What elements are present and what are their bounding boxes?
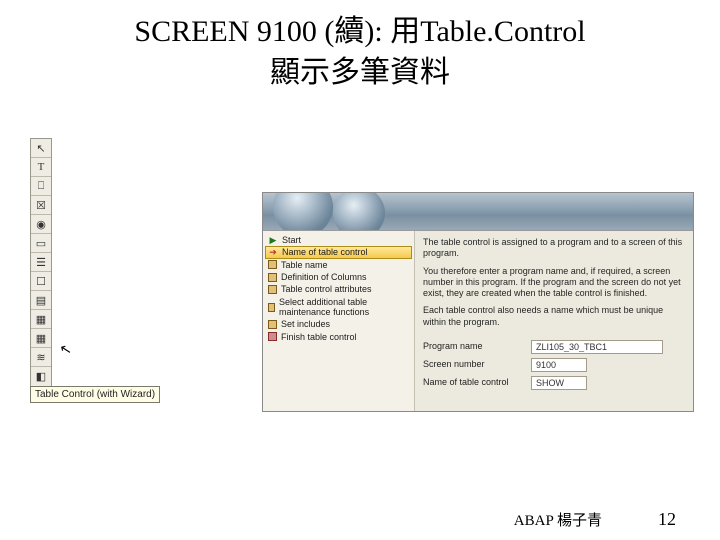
slide-title: SCREEN 9100 (續): 用Table.Control 顯示多筆資料	[0, 0, 720, 97]
slide-footer: ABAP 楊子青 12	[0, 509, 720, 530]
pointer-icon[interactable]: ↖	[31, 139, 51, 158]
wizard-intro-1: The table control is assigned to a progr…	[423, 237, 685, 260]
arrow-icon: ➔	[268, 248, 278, 258]
table-control-name-field[interactable]	[531, 376, 587, 390]
page-number: 12	[658, 509, 676, 530]
wizard-step-5[interactable]: Select additional table maintenance func…	[265, 296, 412, 319]
wizard-step-1[interactable]: ➔ Name of table control	[265, 246, 412, 258]
screen-number-field[interactable]	[531, 358, 587, 372]
box-icon[interactable]: ☐	[31, 272, 51, 291]
wizard-step-2[interactable]: Table name	[265, 259, 412, 271]
text-icon[interactable]: T	[31, 158, 51, 177]
subscreen-icon[interactable]: ▤	[31, 291, 51, 310]
screen-painter-toolbox: ↖T⎕☒◉▭☰☐▤▦▦≋◧	[30, 138, 52, 387]
table-control-wizard-icon[interactable]: ▦	[31, 329, 51, 348]
button-icon[interactable]: ▭	[31, 234, 51, 253]
step-box-icon	[268, 303, 275, 312]
table-control-wizard-dialog: ▶ Start ➔ Name of table control Table name De…	[262, 192, 694, 412]
tooltip: Table Control (with Wizard)	[30, 386, 160, 403]
wizard-step-label: Set includes	[281, 319, 330, 329]
wizard-step-label: Start	[282, 235, 301, 245]
title-text: SCREEN 9100 (	[134, 15, 334, 48]
program-name-field[interactable]	[531, 340, 663, 354]
step-box-icon	[268, 273, 277, 282]
step-box-icon	[268, 260, 277, 269]
radio-icon[interactable]: ◉	[31, 215, 51, 234]
step-box-icon	[268, 285, 277, 294]
footer-credit: ABAP 楊子青	[514, 509, 602, 530]
screen-number-label: Screen number	[423, 359, 523, 370]
wizard-step-4[interactable]: Table control attributes	[265, 283, 412, 295]
play-icon: ▶	[268, 235, 278, 245]
tabstrip-icon[interactable]: ☰	[31, 253, 51, 272]
wizard-step-nav: ▶ Start ➔ Name of table control Table name De…	[263, 231, 415, 411]
wizard-step-6[interactable]: Set includes	[265, 318, 412, 330]
wizard-step-label: Name of table control	[282, 247, 368, 257]
table-control-name-label: Name of table control	[423, 377, 523, 388]
table-control-icon[interactable]: ▦	[31, 310, 51, 329]
status-icon[interactable]: ◧	[31, 367, 51, 386]
wizard-step-label: Definition of Columns	[281, 272, 367, 282]
wizard-step-0[interactable]: ▶ Start	[265, 234, 412, 246]
program-name-label: Program name	[423, 341, 523, 352]
checkbox-icon[interactable]: ☒	[31, 196, 51, 215]
mouse-cursor-icon: ↖	[58, 341, 73, 360]
input-icon[interactable]: ⎕	[31, 177, 51, 196]
wizard-step-label: Select additional table maintenance func…	[279, 297, 409, 318]
wizard-intro-3: Each table control also needs a name whi…	[423, 305, 685, 328]
wizard-banner	[263, 193, 693, 231]
wizard-step-label: Finish table control	[281, 332, 357, 342]
wizard-step-3[interactable]: Definition of Columns	[265, 271, 412, 283]
wizard-intro-2: You therefore enter a program name and, …	[423, 266, 685, 300]
wizard-step-label: Table name	[281, 260, 328, 270]
wizard-form: Program name Screen number Name of table…	[423, 340, 685, 390]
step-box-icon	[268, 332, 277, 341]
screenshot-area: ↖T⎕☒◉▭☰☐▤▦▦≋◧ ↖ Table Control (with Wiza…	[30, 138, 690, 458]
custom-control-icon[interactable]: ≋	[31, 348, 51, 367]
wizard-content: The table control is assigned to a progr…	[415, 231, 693, 411]
step-box-icon	[268, 320, 277, 329]
wizard-step-label: Table control attributes	[281, 284, 372, 294]
wizard-step-7[interactable]: Finish table control	[265, 331, 412, 343]
